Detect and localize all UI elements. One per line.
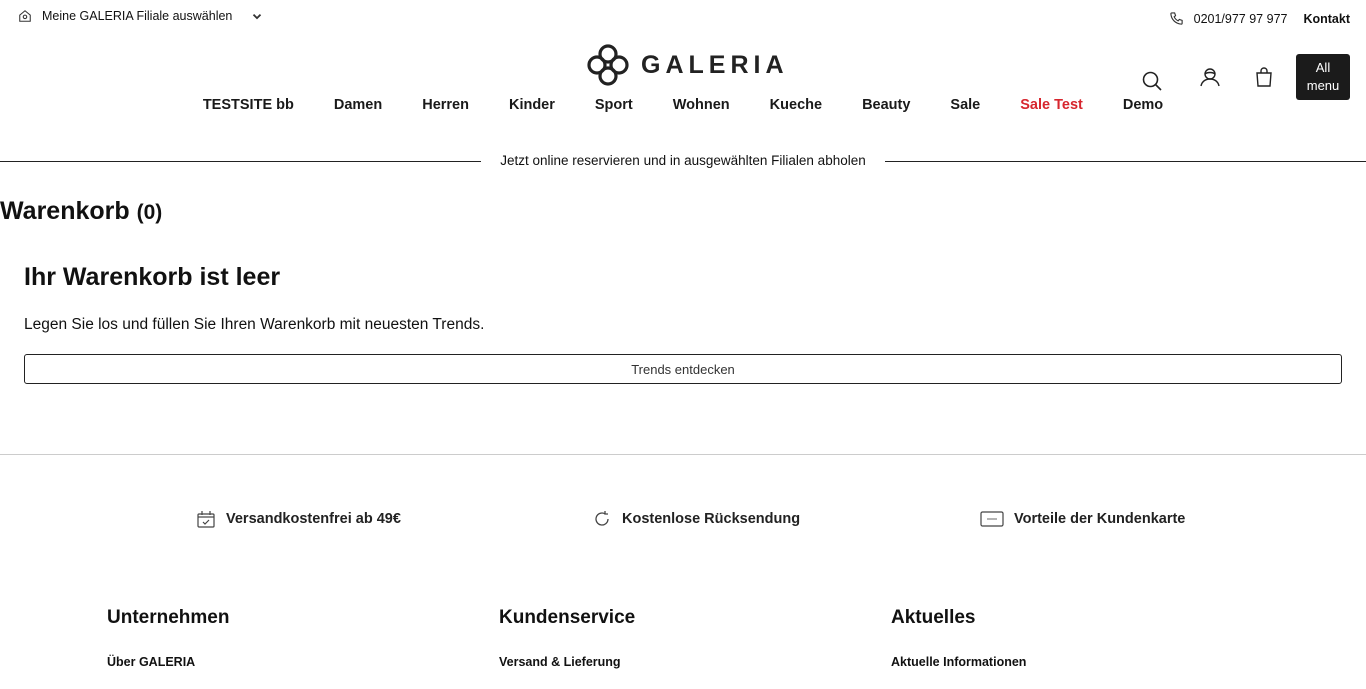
customer-card-icon — [980, 511, 1004, 527]
nav-item-wohnen[interactable]: Wohnen — [673, 97, 730, 113]
nav-item-herren[interactable]: Herren — [422, 97, 469, 113]
store-selector-label: Meine GALERIA Filiale auswählen — [42, 9, 233, 23]
phone-icon — [1169, 12, 1183, 25]
usp-customer-card-label: Vorteile der Kundenkarte — [1014, 511, 1186, 527]
nav-item-testsite[interactable]: TESTSITE bb — [203, 97, 294, 113]
header-actions: All menu — [1134, 54, 1350, 100]
return-arrow-icon — [595, 511, 609, 526]
footer-heading: Aktuelles — [891, 607, 976, 628]
footer-link[interactable]: Über GALERIA — [107, 655, 229, 669]
banner-line-right — [885, 161, 1366, 162]
cart-title-text: Warenkorb — [0, 197, 130, 225]
nav-item-sale[interactable]: Sale — [950, 97, 980, 113]
cart-button[interactable] — [1246, 59, 1282, 95]
footer-column-unternehmen: Unternehmen Über GALERIA — [107, 607, 229, 669]
shopping-bag-icon — [1256, 67, 1272, 87]
nav-item-beauty[interactable]: Beauty — [862, 97, 910, 113]
empty-cart-heading: Ihr Warenkorb ist leer — [24, 263, 281, 291]
cart-title: Warenkorb (0) — [0, 197, 162, 226]
galeria-logo-icon — [587, 44, 629, 86]
phone-number: 0201/977 97 977 — [1193, 11, 1288, 26]
reservation-banner: Jetzt online reservieren und in ausgewäh… — [0, 152, 1366, 172]
usp-free-shipping-label: Versandkostenfrei ab 49€ — [226, 511, 401, 527]
contact-link[interactable]: Kontakt — [1303, 12, 1350, 26]
account-button[interactable] — [1192, 59, 1228, 95]
galeria-logo[interactable]: GALERIA — [587, 44, 789, 86]
nav-item-kueche[interactable]: Kueche — [770, 97, 822, 113]
footer-link[interactable]: Aktuelle Informationen — [891, 655, 1026, 669]
store-selector[interactable]: Meine GALERIA Filiale auswählen — [18, 9, 264, 23]
delivery-box-icon — [197, 511, 215, 528]
footer-column-kundenservice: Kundenservice Versand & Lieferung — [499, 607, 635, 669]
discover-trends-button[interactable]: Trends entdecken — [24, 354, 1342, 384]
nav-item-sale-test[interactable]: Sale Test — [1020, 97, 1083, 113]
footer-heading: Kundenservice — [499, 607, 636, 628]
search-button[interactable] — [1134, 63, 1170, 99]
user-icon — [1200, 68, 1220, 87]
footer-link[interactable]: Versand & Lieferung — [499, 655, 635, 669]
main-navigation: TESTSITE bb Damen Herren Kinder Sport Wo… — [0, 97, 1366, 113]
nav-item-kinder[interactable]: Kinder — [509, 97, 555, 113]
empty-cart-text: Legen Sie los und füllen Sie Ihren Waren… — [24, 316, 485, 333]
nav-item-demo[interactable]: Demo — [1123, 97, 1163, 113]
top-bar: Meine GALERIA Filiale auswählen 0201/977… — [0, 0, 1366, 36]
usp-free-shipping[interactable]: Versandkostenfrei ab 49€ — [196, 509, 401, 529]
nav-item-damen[interactable]: Damen — [334, 97, 382, 113]
section-divider — [0, 454, 1366, 455]
search-icon — [1142, 71, 1162, 91]
chevron-down-icon — [253, 13, 262, 20]
usp-customer-card[interactable]: Vorteile der Kundenkarte — [980, 509, 1185, 529]
banner-text: Jetzt online reservieren und in ausgewäh… — [500, 153, 866, 168]
usp-free-returns-label: Kostenlose Rücksendung — [622, 511, 801, 527]
cart-item-count: (0) — [136, 201, 163, 224]
footer-column-aktuelles: Aktuelles Aktuelle Informationen — [891, 607, 1026, 669]
usp-bar: Versandkostenfrei ab 49€ Kostenlose Rück… — [0, 509, 1366, 531]
footer-heading: Unternehmen — [107, 607, 230, 628]
phone-link[interactable]: 0201/977 97 977 — [1169, 11, 1288, 26]
all-menu-button[interactable]: All menu — [1296, 54, 1350, 100]
nav-item-sport[interactable]: Sport — [595, 97, 633, 113]
store-icon — [19, 10, 31, 22]
contact-bar: 0201/977 97 977 Kontakt — [1169, 11, 1350, 26]
logo-wordmark: GALERIA — [641, 50, 789, 79]
usp-free-returns[interactable]: Kostenlose Rücksendung — [592, 509, 800, 529]
banner-line-left — [0, 161, 481, 162]
